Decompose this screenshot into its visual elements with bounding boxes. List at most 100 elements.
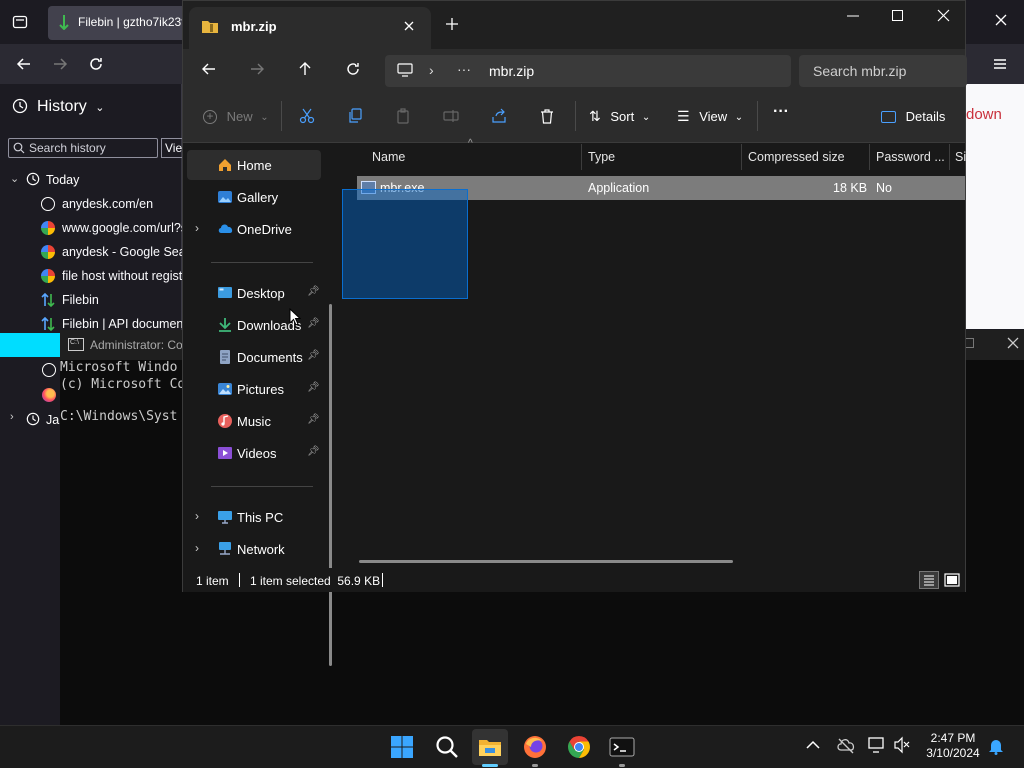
pin-icon[interactable]: 📌︎	[307, 414, 320, 425]
column-separator[interactable]	[741, 144, 742, 170]
tiles-view-icon[interactable]	[943, 571, 961, 589]
nav-item-desktop[interactable]: Desktop 📌︎	[187, 278, 321, 308]
menu-icon[interactable]	[992, 56, 1008, 72]
sort-button[interactable]: ⇅ Sort ⌄	[589, 108, 650, 125]
browser-close-icon[interactable]	[994, 13, 1008, 27]
column-header-password[interactable]: Password ...	[876, 150, 945, 164]
minimize-icon[interactable]	[847, 15, 859, 17]
nav-item-pictures[interactable]: Pictures 📌︎	[187, 374, 321, 404]
terminal-icon[interactable]	[609, 734, 635, 760]
paste-icon[interactable]	[395, 108, 411, 124]
forward-arrow-icon[interactable]	[52, 56, 68, 72]
terminal-title: Administrator: Co	[90, 338, 183, 352]
history-title[interactable]: History ⌄	[37, 98, 104, 116]
explorer-address-bar: › ··· mbr.zip Search mbr.zip	[183, 49, 967, 89]
onedrive-offline-icon[interactable]	[836, 736, 856, 754]
nav-item-label: Documents	[237, 350, 303, 365]
share-icon[interactable]	[491, 108, 507, 124]
pin-icon[interactable]: 📌︎	[307, 318, 320, 329]
chevron-right-icon[interactable]: ›	[429, 62, 434, 78]
search-icon[interactable]	[434, 734, 460, 760]
more-options-button[interactable]: ···	[773, 103, 789, 121]
refresh-icon[interactable]	[345, 61, 361, 77]
taskbar-clock[interactable]: 2:47 PM 3/10/2024	[918, 731, 988, 761]
up-arrow-icon[interactable]	[297, 61, 313, 77]
notification-bell-icon[interactable]	[988, 737, 1004, 755]
history-item-label: file host without regist	[62, 269, 183, 283]
terminal-prompt[interactable]: C:\Windows\Syst	[60, 409, 177, 424]
pin-icon[interactable]: 📌︎	[307, 446, 320, 457]
nav-item-label: Home	[237, 158, 272, 173]
nav-item-network[interactable]: › Network	[187, 534, 321, 564]
network-status-icon[interactable]	[867, 736, 887, 754]
reload-icon[interactable]	[88, 56, 104, 72]
chrome-icon[interactable]	[566, 734, 592, 760]
column-separator[interactable]	[581, 144, 582, 170]
file-explorer-window: mbr.zip › ··· mbr.zip Search mbr.zip + N…	[182, 0, 967, 666]
cloud-icon	[217, 221, 233, 237]
nav-item-videos[interactable]: Videos 📌︎	[187, 438, 321, 468]
close-icon[interactable]	[1006, 336, 1020, 350]
maximize-icon[interactable]	[892, 10, 903, 21]
view-list-icon: ☰	[677, 108, 690, 125]
chevron-right-icon[interactable]: ›	[195, 221, 199, 235]
selected-history-item[interactable]	[0, 333, 62, 357]
horizontal-scrollbar[interactable]	[359, 560, 733, 563]
column-header-compressed-size[interactable]: Compressed size	[748, 150, 845, 164]
file-explorer-icon[interactable]	[477, 734, 503, 760]
copy-icon[interactable]	[347, 108, 363, 124]
forward-arrow-icon[interactable]	[249, 61, 265, 77]
pin-icon[interactable]: 📌︎	[307, 350, 320, 361]
history-title-text: History	[37, 98, 87, 115]
pin-icon[interactable]: 📌︎	[307, 382, 320, 393]
view-button[interactable]: ☰ View ⌄	[677, 108, 743, 125]
back-arrow-icon[interactable]	[201, 61, 217, 77]
history-group-today[interactable]: Today	[46, 173, 79, 187]
explorer-tab[interactable]: mbr.zip	[189, 7, 431, 49]
nav-item-music[interactable]: Music 📌︎	[187, 406, 321, 436]
cut-icon[interactable]	[299, 108, 315, 124]
browser-tab-filebin[interactable]: Filebin | gztho7ik23t	[48, 6, 188, 40]
filebin-icon	[58, 14, 70, 30]
chevron-right-icon[interactable]: ›	[10, 411, 14, 423]
nav-item-home[interactable]: Home	[187, 150, 321, 180]
new-button[interactable]: + New ⌄	[203, 108, 269, 124]
chevron-up-icon[interactable]	[806, 740, 820, 750]
nav-item-documents[interactable]: Documents 📌︎	[187, 342, 321, 372]
command-separator	[757, 101, 758, 131]
back-arrow-icon[interactable]	[16, 56, 32, 72]
windows-start-icon[interactable]	[389, 734, 415, 760]
chevron-right-icon[interactable]: ›	[195, 509, 199, 523]
column-header-name[interactable]: Name	[372, 150, 405, 164]
new-tab-icon[interactable]	[445, 17, 459, 31]
address-path[interactable]: mbr.zip	[489, 63, 534, 79]
status-separator	[239, 573, 240, 587]
details-view-icon[interactable]	[919, 571, 939, 589]
chevron-right-icon[interactable]: ›	[195, 541, 199, 555]
explorer-command-bar: + New ⌄ ⇅ Sort ⌄ ☰ View ⌄ ··· Details	[183, 89, 965, 143]
close-tab-icon[interactable]	[403, 20, 415, 32]
nav-item-this-pc[interactable]: › This PC	[187, 502, 321, 532]
delete-icon[interactable]	[539, 108, 555, 124]
chevron-down-icon: ⌄	[95, 102, 105, 114]
column-header-type[interactable]: Type	[588, 150, 615, 164]
globe-icon	[41, 197, 55, 211]
address-more-button[interactable]: ···	[457, 61, 471, 77]
close-icon[interactable]	[937, 9, 950, 22]
history-search-input[interactable]: Search history	[8, 138, 158, 158]
column-header-size[interactable]: Si	[955, 150, 966, 164]
details-button[interactable]: Details	[881, 108, 945, 124]
column-separator[interactable]	[949, 144, 950, 170]
address-input[interactable]: › ··· mbr.zip	[385, 55, 791, 87]
explorer-search-input[interactable]: Search mbr.zip	[799, 55, 967, 87]
firefox-icon[interactable]	[522, 734, 548, 760]
nav-item-gallery[interactable]: Gallery	[187, 182, 321, 212]
nav-scrollbar[interactable]	[329, 304, 332, 666]
volume-muted-icon[interactable]	[893, 736, 911, 754]
column-separator[interactable]	[869, 144, 870, 170]
rename-icon[interactable]	[443, 108, 459, 124]
tab-list-icon[interactable]	[12, 14, 28, 30]
nav-item-onedrive[interactable]: › OneDrive	[187, 214, 321, 244]
pin-icon[interactable]: 📌︎	[307, 286, 320, 297]
chevron-down-icon[interactable]: ⌄	[10, 172, 19, 185]
